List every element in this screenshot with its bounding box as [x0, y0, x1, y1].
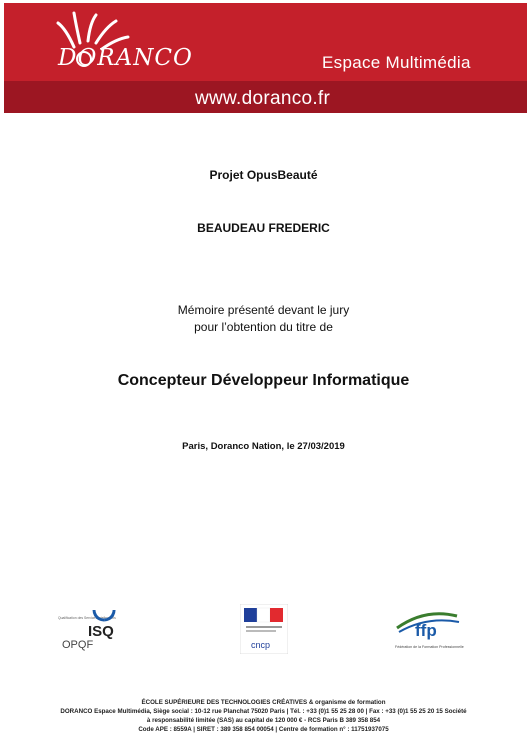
flag-red — [270, 608, 283, 622]
footer-line-3: à responsabilité limitée (SAS) au capita… — [146, 717, 381, 724]
flag-white — [256, 607, 271, 623]
memoire-line-2: pour l’obtention du titre de — [194, 320, 333, 334]
memoire-line-1: Mémoire présenté devant le jury — [177, 303, 350, 317]
diploma-title: Concepteur Développeur Informatique — [117, 372, 410, 389]
footer-line-4: Code APE : 8559A | SIRET : 389 358 854 0… — [138, 726, 389, 733]
memoire-text: Mémoire présenté devant le jury pour l’o… — [0, 302, 527, 336]
project-title: Projet OpusBeauté — [209, 168, 318, 182]
flag-blue — [244, 608, 257, 622]
ffp-caption: Fédération de la Formation Professionnel… — [395, 645, 464, 649]
isq-opqf-logo: Qualification des Services Intellectuels… — [58, 598, 130, 652]
header-banner: DORANCO Espace Multimédia www.doranco.fr — [4, 3, 527, 113]
footer-line-2: DORANCO Espace Multimédia, Siège social … — [60, 708, 467, 715]
header-subtitle: Espace Multimédia — [322, 53, 471, 72]
footer: ÉCOLE SUPÉRIEURE DES TECHNOLOGIES CRÉATI… — [0, 698, 527, 734]
brand-name: DORANCO — [58, 45, 193, 71]
place-date: Paris, Doranco Nation, le 27/03/2019 — [182, 441, 345, 452]
author-name: BEAUDEAU FREDERIC — [197, 221, 330, 235]
doranco-logo: DORANCO — [44, 9, 214, 79]
republique-cncp-logo: cncp — [239, 603, 289, 655]
isq-brand: ISQ — [88, 623, 114, 640]
website-link[interactable]: www.doranco.fr — [195, 88, 330, 110]
cncp-text: cncp — [251, 640, 270, 650]
rf-line-2 — [246, 630, 276, 632]
footer-line-1: ÉCOLE SUPÉRIEURE DES TECHNOLOGIES CRÉATI… — [141, 699, 386, 706]
rf-line-1 — [246, 626, 282, 628]
ffp-text: ffp — [415, 621, 437, 640]
opqf-text: OPQF — [62, 639, 93, 651]
ffp-logo: ffp Fédération de la Formation Professio… — [395, 606, 475, 650]
